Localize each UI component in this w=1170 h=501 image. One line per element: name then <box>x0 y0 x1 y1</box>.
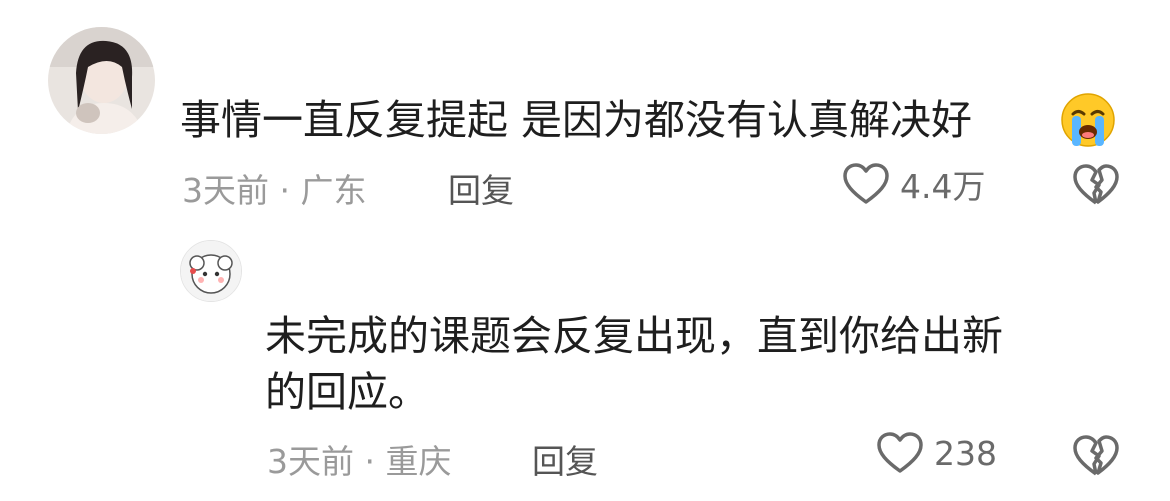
heart-icon <box>842 162 890 206</box>
crying-face-emoji-icon <box>1060 92 1116 148</box>
reply-meta: 3天前 · 重庆 <box>267 442 452 481</box>
heart-icon <box>876 431 924 475</box>
reply-like-count: 238 <box>934 433 997 473</box>
comment-like-button[interactable]: 4.4万 <box>842 160 985 208</box>
broken-heart-dislike-icon[interactable] <box>1072 163 1120 207</box>
broken-heart-dislike-icon[interactable] <box>1072 434 1120 478</box>
reply-reply-button[interactable]: 回复 <box>532 435 598 483</box>
comment-text-row: 事情一直反复提起 是因为都没有认真解决好 <box>180 90 972 150</box>
reply-text-line-2: 的回应。 <box>265 368 429 416</box>
commenter-avatar[interactable] <box>48 27 155 134</box>
comment-like-count: 4.4万 <box>900 167 986 206</box>
replier-avatar[interactable] <box>180 240 242 302</box>
comment-text: 事情一直反复提起 是因为都没有认真解决好 <box>180 96 973 144</box>
comment-reply-button[interactable]: 回复 <box>448 164 514 212</box>
comment-meta: 3天前 · 广东 <box>182 171 367 210</box>
reply-text-line-1: 未完成的课题会反复出现，直到你给出新 <box>265 312 1003 360</box>
reply-like-button[interactable]: 238 <box>876 431 997 475</box>
